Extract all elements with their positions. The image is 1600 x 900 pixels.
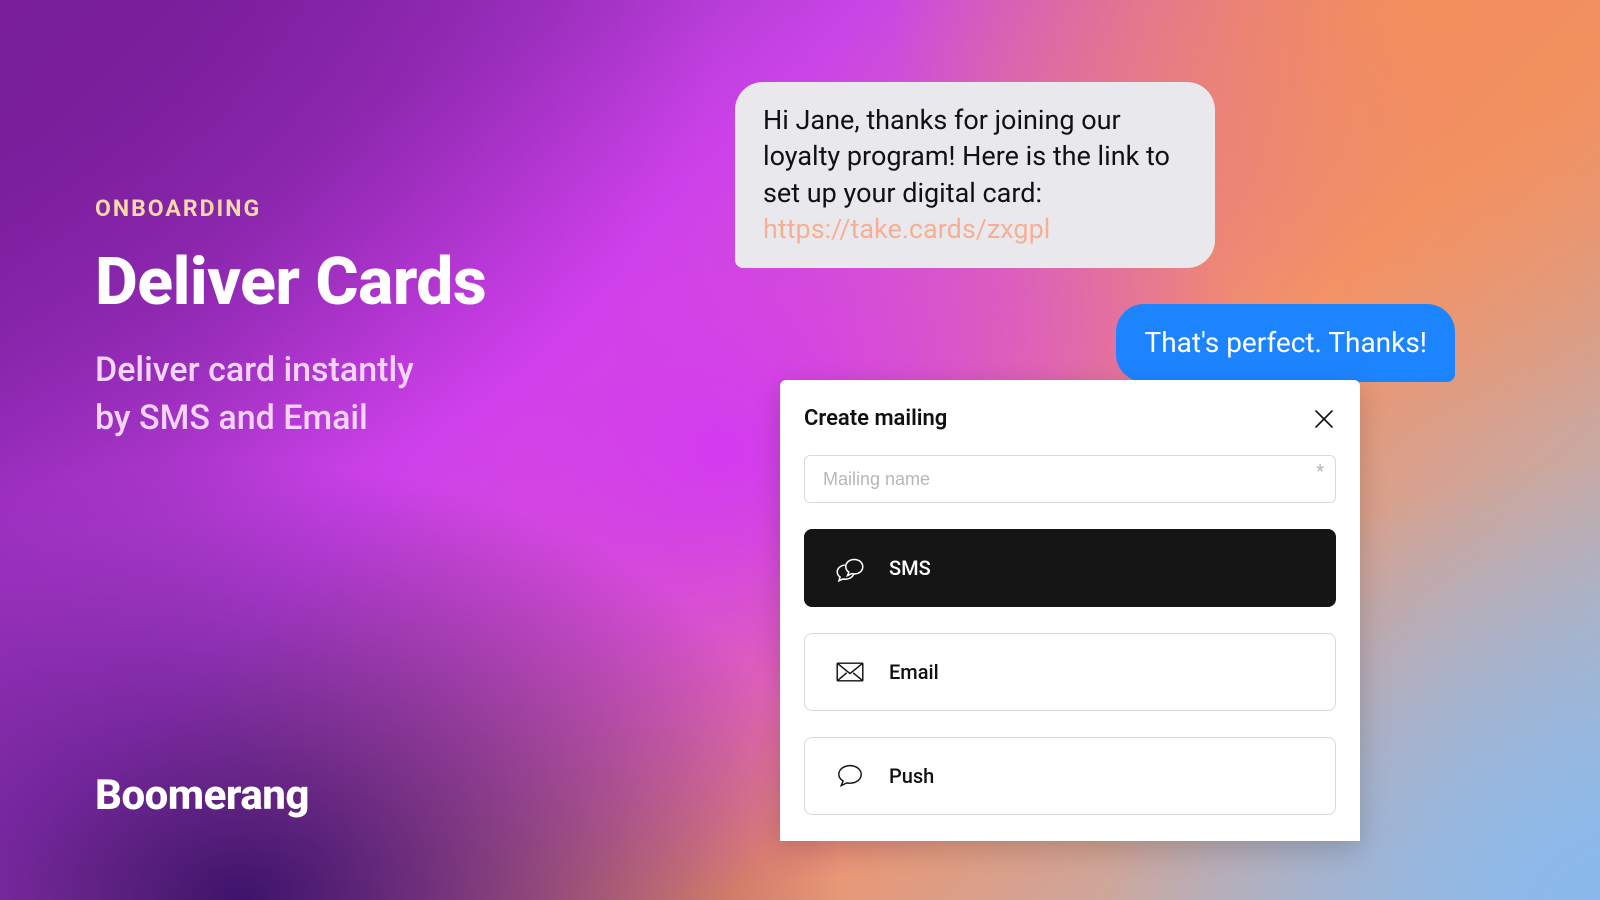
option-label: Email bbox=[889, 660, 939, 684]
mailing-option-email[interactable]: Email bbox=[804, 633, 1336, 711]
panel-title: Create mailing bbox=[804, 406, 947, 431]
chat-bubble-outgoing: That's perfect. Thanks! bbox=[1116, 304, 1455, 382]
mailing-option-push[interactable]: Push bbox=[804, 737, 1336, 815]
chat-bubble-incoming: Hi Jane, thanks for joining our loyalty … bbox=[735, 82, 1215, 268]
subheadline: Deliver card instantly by SMS and Email bbox=[95, 347, 486, 442]
option-label: Push bbox=[889, 764, 934, 788]
panel-header: Create mailing bbox=[804, 406, 1336, 431]
eyebrow-label: ONBOARDING bbox=[95, 195, 486, 222]
chat-outgoing-text: That's perfect. Thanks! bbox=[1144, 326, 1427, 359]
create-mailing-panel: Create mailing * SMS bbox=[780, 380, 1360, 841]
mailing-option-sms[interactable]: SMS bbox=[804, 529, 1336, 607]
option-label: SMS bbox=[889, 556, 931, 580]
promo-copy: ONBOARDING Deliver Cards Deliver card in… bbox=[95, 195, 486, 442]
mailing-name-field-wrap: * bbox=[804, 455, 1336, 503]
headline: Deliver Cards bbox=[95, 248, 486, 317]
brand-logo: Boomerang bbox=[95, 771, 309, 820]
subhead-line: by SMS and Email bbox=[95, 398, 368, 438]
subhead-line: Deliver card instantly bbox=[95, 350, 414, 390]
mailing-name-input[interactable] bbox=[804, 455, 1336, 503]
chat-incoming-text: Hi Jane, thanks for joining our loyalty … bbox=[763, 104, 1170, 209]
chat-incoming-link: https://take.cards/zxgpl bbox=[763, 213, 1050, 245]
envelope-icon bbox=[833, 655, 867, 689]
close-icon[interactable] bbox=[1312, 407, 1336, 431]
speech-bubble-icon bbox=[833, 759, 867, 793]
chat-preview: Hi Jane, thanks for joining our loyalty … bbox=[735, 82, 1455, 382]
chat-bubble-icon bbox=[833, 551, 867, 585]
